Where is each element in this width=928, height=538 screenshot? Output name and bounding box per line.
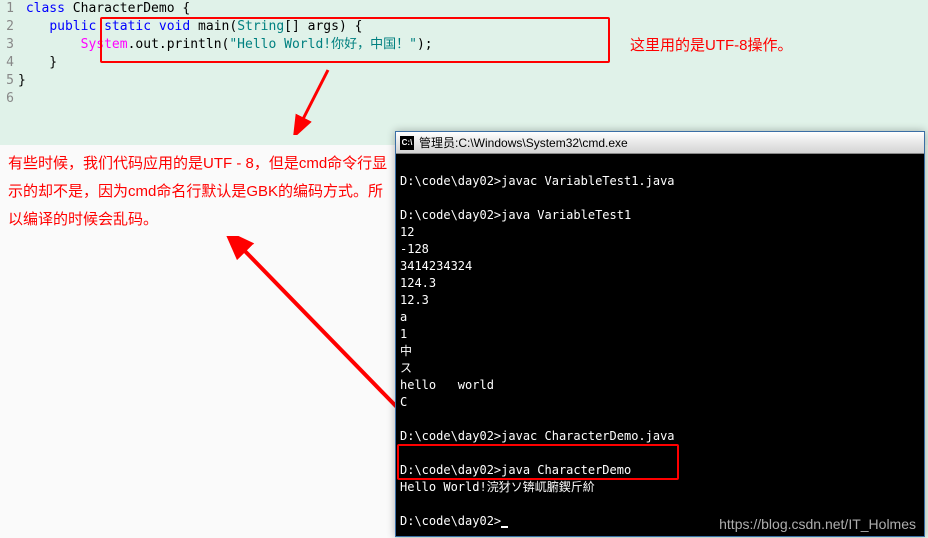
code-editor: 1 2 3 4 5 6 class CharacterDemo { public… bbox=[0, 0, 928, 145]
cmd-window[interactable]: C:\ 管理员: C:\Windows\System32\cmd.exe D:\… bbox=[395, 131, 925, 537]
cmd-title-prefix: 管理员: bbox=[419, 134, 458, 151]
cmd-icon: C:\ bbox=[400, 136, 414, 150]
cmd-title-path: C:\Windows\System32\cmd.exe bbox=[458, 136, 627, 150]
watermark: https://blog.csdn.net/IT_Holmes bbox=[719, 516, 916, 532]
annotation-explanation: 有些时候，我们代码应用的是UTF - 8，但是cmd命令行显示的却不是，因为cm… bbox=[8, 150, 398, 234]
cmd-output[interactable]: D:\code\day02>javac VariableTest1.java D… bbox=[396, 154, 924, 536]
annotation-utf8: 这里用的是UTF-8操作。 bbox=[630, 34, 793, 55]
code-content[interactable]: class CharacterDemo { public static void… bbox=[18, 0, 928, 145]
cmd-cursor bbox=[501, 526, 508, 528]
line-number-gutter: 1 2 3 4 5 6 bbox=[0, 0, 18, 145]
cmd-titlebar[interactable]: C:\ 管理员: C:\Windows\System32\cmd.exe bbox=[396, 132, 924, 154]
